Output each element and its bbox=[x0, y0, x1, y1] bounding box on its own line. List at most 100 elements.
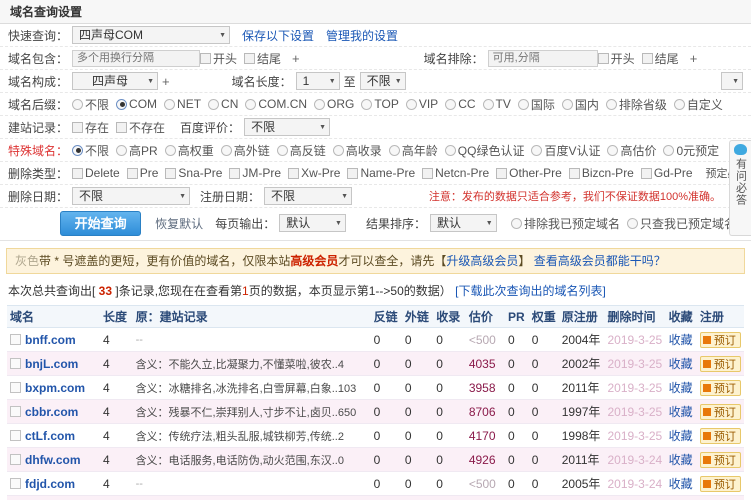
special-option--v-[interactable]: 百度V认证 bbox=[531, 142, 600, 159]
table-row[interactable]: bnff.com 4 -- 0 0 0 <500 0 0 2004年 2019-3-25 收藏 预订 bbox=[7, 327, 744, 352]
special-option--pr[interactable]: 高PR bbox=[116, 142, 158, 159]
table-header-2[interactable]: 原：建站记录 bbox=[132, 305, 371, 328]
special-option--[interactable]: 高权重 bbox=[164, 142, 214, 159]
per-page-select[interactable]: 默认 bbox=[279, 214, 346, 232]
suffix-option-com[interactable]: COM bbox=[116, 97, 157, 111]
domain-link[interactable]: ctLf.com bbox=[25, 429, 75, 443]
table-header-8[interactable]: 权重 bbox=[528, 305, 559, 328]
row-select-checkbox[interactable] bbox=[10, 477, 21, 489]
special-option-0-[interactable]: 0元预定 bbox=[663, 142, 719, 159]
only-mine-radio[interactable]: 只查我已预定域名 bbox=[626, 215, 736, 232]
domain-link[interactable]: cbbr.com bbox=[25, 405, 78, 419]
record-exists-checkbox[interactable]: 存在 bbox=[72, 119, 109, 136]
table-header-0[interactable]: 域名 bbox=[7, 305, 100, 328]
sort-select[interactable]: 默认 bbox=[429, 214, 497, 232]
table-row[interactable]: dhfw.com 4 含义：电话服务,电话防伪,动火范围,东汉..0 0 0 0 4926 0… bbox=[7, 447, 744, 472]
favorite-link[interactable]: 收藏 bbox=[669, 381, 693, 395]
favorite-link[interactable]: 收藏 bbox=[669, 357, 693, 371]
table-header-7[interactable]: PR bbox=[504, 305, 529, 328]
special-option-qq-[interactable]: QQ绿色认证 bbox=[444, 142, 524, 159]
delete-date-select[interactable]: 不限 bbox=[72, 187, 191, 205]
favorite-link[interactable]: 收藏 bbox=[669, 477, 693, 491]
exclude-add-icon[interactable]: + bbox=[690, 51, 698, 66]
delete-type-option-bizcn-pre[interactable]: Bizcn-Pre bbox=[568, 166, 634, 180]
quick-query-select[interactable]: 四声母COM bbox=[72, 26, 231, 44]
delete-type-option-name-pre[interactable]: Name-Pre bbox=[347, 166, 415, 180]
table-row[interactable]: bnjL.com 4 含义：不能久立,比凝聚力,不懂菜啦,彼农..4 0 0 0 4035 0… bbox=[7, 351, 744, 376]
delete-type-option-delete[interactable]: Delete bbox=[72, 166, 120, 180]
special-option--[interactable]: 高外链 bbox=[220, 142, 270, 159]
start-query-button[interactable]: 开始查询 bbox=[60, 210, 142, 236]
suffix-option--[interactable]: 自定义 bbox=[673, 96, 723, 113]
row-select-checkbox[interactable] bbox=[10, 429, 21, 441]
suffix-option-cc[interactable]: CC bbox=[445, 97, 476, 111]
special-option--[interactable]: 高收录 bbox=[332, 142, 382, 159]
member-benefits-link[interactable]: 查看高级会员都能干吗？ bbox=[534, 254, 666, 268]
suffix-option-top[interactable]: TOP bbox=[361, 97, 399, 111]
row-select-checkbox[interactable] bbox=[10, 333, 21, 345]
order-button[interactable]: 预订 bbox=[699, 451, 741, 468]
favorite-link[interactable]: 收藏 bbox=[669, 333, 693, 347]
favorite-link[interactable]: 收藏 bbox=[669, 429, 693, 443]
restore-defaults-link[interactable]: 恢复默认 bbox=[155, 215, 203, 232]
exclude-end-checkbox[interactable]: 结尾 bbox=[641, 50, 679, 67]
length-from-select[interactable]: 1 bbox=[295, 72, 340, 90]
table-header-1[interactable]: 长度 bbox=[99, 305, 133, 328]
table-row[interactable]: fdjd.com 4 -- 0 0 0 <500 0 0 2005年 2019-3-24 收藏 预订 bbox=[7, 471, 744, 496]
delete-type-option-pre[interactable]: Pre bbox=[126, 166, 158, 180]
favorite-link[interactable]: 收藏 bbox=[669, 405, 693, 419]
exclude-mine-radio[interactable]: 排除我已预定域名 bbox=[510, 215, 620, 232]
row-select-checkbox[interactable] bbox=[10, 357, 21, 369]
order-button[interactable]: 预订 bbox=[699, 355, 741, 372]
table-header-4[interactable]: 外链 bbox=[401, 305, 434, 328]
table-header-6[interactable]: 估价 bbox=[465, 305, 505, 328]
table-header-12[interactable]: 注册 bbox=[696, 305, 744, 328]
special-option--[interactable]: 高估价 bbox=[607, 142, 656, 159]
table-row[interactable]: bxpm.com 4 含义：冰糖排名,冰洗排名,白雪屏幕,白象..103 0 0 0 395… bbox=[7, 375, 744, 400]
domain-link[interactable]: bnjL.com bbox=[25, 357, 78, 371]
suffix-option--[interactable]: 国内 bbox=[561, 96, 599, 113]
contains-start-checkbox[interactable]: 开头 bbox=[200, 50, 237, 67]
compose-add-icon[interactable]: + bbox=[162, 74, 170, 89]
delete-type-option-xw-pre[interactable]: Xw-Pre bbox=[288, 166, 340, 180]
delete-type-option-gd-pre[interactable]: Gd-Pre bbox=[640, 166, 693, 180]
order-button[interactable]: 预订 bbox=[699, 331, 741, 348]
special-option--[interactable]: 高年龄 bbox=[388, 142, 438, 159]
special-option--[interactable]: 不限 bbox=[72, 142, 109, 159]
extra-select[interactable] bbox=[721, 72, 743, 90]
suffix-option-net[interactable]: NET bbox=[164, 97, 201, 111]
download-list-link[interactable]: [下载此次查询出的域名列表] bbox=[455, 284, 606, 298]
suffix-option-tv[interactable]: TV bbox=[482, 97, 511, 111]
baidu-rating-select[interactable]: 不限 bbox=[244, 118, 331, 136]
order-button[interactable]: 预订 bbox=[699, 475, 741, 492]
save-settings-link[interactable]: 保存以下设置 bbox=[242, 27, 314, 44]
record-not-exists-checkbox[interactable]: 不存在 bbox=[116, 119, 165, 136]
table-header-5[interactable]: 收录 bbox=[433, 305, 466, 328]
suffix-option-org[interactable]: ORG bbox=[314, 97, 354, 111]
domain-link[interactable]: dhfw.com bbox=[25, 453, 81, 467]
delete-type-option-other-pre[interactable]: Other-Pre bbox=[496, 166, 562, 180]
exclude-input[interactable] bbox=[487, 49, 598, 67]
row-select-checkbox[interactable] bbox=[10, 381, 21, 393]
domain-link[interactable]: fdjd.com bbox=[25, 477, 75, 491]
exclude-start-checkbox[interactable]: 开头 bbox=[597, 50, 635, 67]
table-header-3[interactable]: 反链 bbox=[370, 305, 402, 328]
delete-type-option-netcn-pre[interactable]: Netcn-Pre bbox=[422, 166, 489, 180]
feedback-side-tab[interactable]: 有问必答 bbox=[729, 140, 751, 236]
order-button[interactable]: 预订 bbox=[699, 379, 741, 396]
suffix-option--[interactable]: 国际 bbox=[517, 96, 555, 113]
table-header-11[interactable]: 收藏 bbox=[665, 305, 697, 328]
favorite-link[interactable]: 收藏 bbox=[669, 453, 693, 467]
row-select-checkbox[interactable] bbox=[10, 453, 21, 465]
manage-settings-link[interactable]: 管理我的设置 bbox=[326, 27, 398, 44]
delete-type-option-sna-pre[interactable]: Sna-Pre bbox=[165, 166, 222, 180]
domain-link[interactable]: bnff.com bbox=[25, 333, 76, 347]
contains-add-icon[interactable]: + bbox=[292, 51, 300, 66]
table-header-10[interactable]: 删除时间 bbox=[604, 305, 666, 328]
table-row[interactable]: cbbr.com 4 含义：残暴不仁,崇拜别人,寸步不让,卤贝..650 0 0 0 870… bbox=[7, 399, 744, 424]
row-select-checkbox[interactable] bbox=[10, 405, 21, 417]
domain-link[interactable]: bxpm.com bbox=[25, 381, 85, 395]
table-row[interactable]: ctLf.com 4 含义：传统疗法,粗头乱服,城铁柳芳,传统..2 0 0 0 4170 0… bbox=[7, 423, 744, 448]
delete-type-option-jm-pre[interactable]: JM-Pre bbox=[229, 166, 281, 180]
contains-end-checkbox[interactable]: 结尾 bbox=[244, 50, 281, 67]
